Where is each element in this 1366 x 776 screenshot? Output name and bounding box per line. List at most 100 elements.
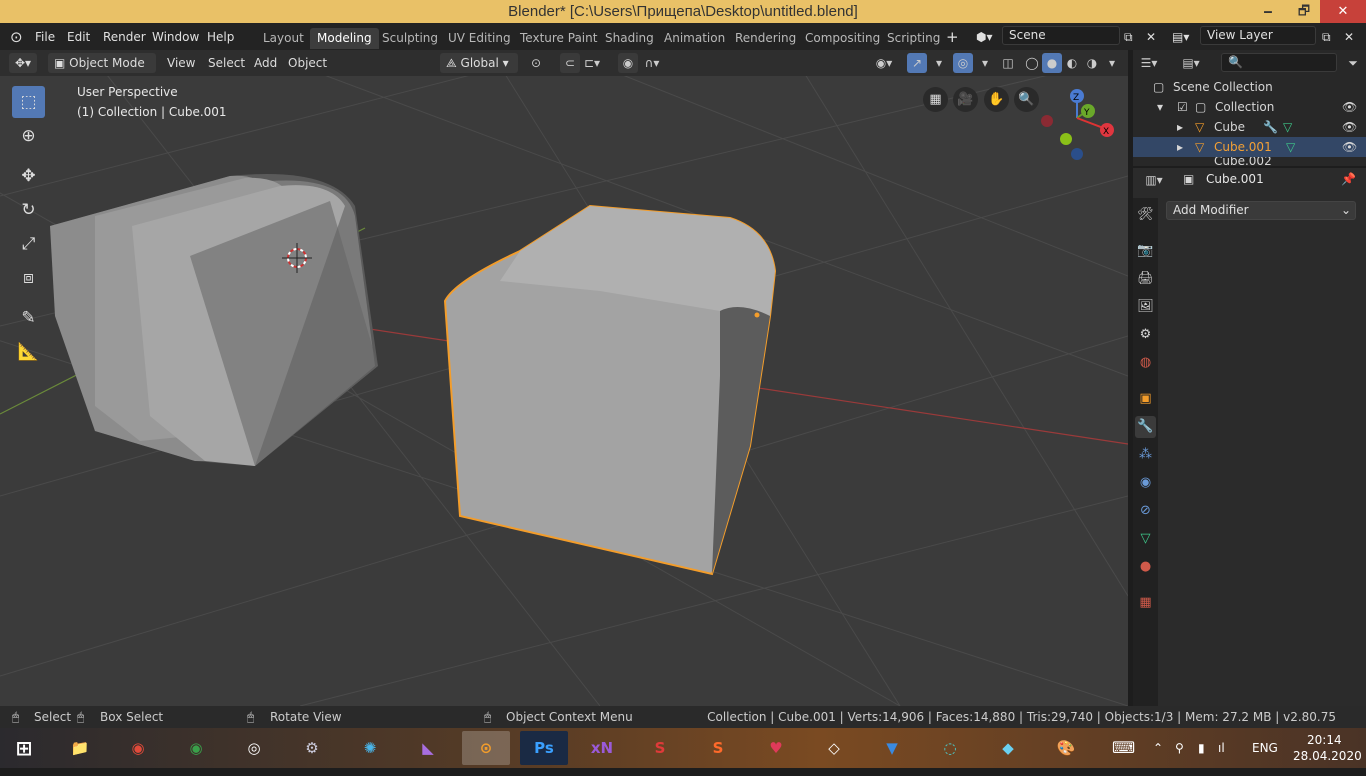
- menu-render[interactable]: Render: [103, 28, 146, 46]
- blender-taskbar-icon[interactable]: ⊙: [462, 731, 510, 765]
- outliner-row-collection[interactable]: ▾ ☑ ▢ Collection 👁: [1133, 97, 1366, 117]
- zoom-view-icon[interactable]: 🔍: [1014, 87, 1039, 112]
- rotate-tool-icon[interactable]: ↻: [12, 194, 45, 226]
- tab-data-icon[interactable]: ▽: [1135, 528, 1156, 550]
- tab-modeling[interactable]: Modeling: [310, 28, 379, 49]
- annotate-tool-icon[interactable]: ✎: [12, 302, 45, 334]
- cube-object[interactable]: [50, 174, 378, 466]
- start-button-icon[interactable]: ⊞: [0, 731, 48, 765]
- pocket-icon[interactable]: ▼: [868, 731, 916, 765]
- outliner-search-input[interactable]: 🔍: [1221, 53, 1337, 72]
- tab-layout[interactable]: Layout: [256, 28, 311, 49]
- sublime-icon[interactable]: S: [694, 731, 742, 765]
- snap-icon[interactable]: ⊂: [560, 53, 580, 73]
- add-workspace-icon[interactable]: +: [946, 28, 959, 46]
- editor-type-icon[interactable]: ✥▾: [9, 53, 38, 73]
- paint-icon[interactable]: 🎨: [1042, 731, 1090, 765]
- filter-icon[interactable]: ⏷: [1343, 53, 1363, 73]
- camera-view-icon[interactable]: 🎥: [953, 87, 978, 112]
- tab-constraints-icon[interactable]: ⊘: [1135, 500, 1156, 522]
- tab-uv-editing[interactable]: UV Editing: [441, 28, 518, 49]
- xray-icon[interactable]: ◫: [998, 53, 1018, 73]
- tab-animation[interactable]: Animation: [657, 28, 732, 49]
- select-box-icon[interactable]: ⬚: [12, 86, 45, 118]
- transform-tool-icon[interactable]: ⧈: [12, 262, 45, 294]
- gizmo-options-icon[interactable]: ▾: [929, 53, 949, 73]
- proportional-edit-icon[interactable]: ◉: [618, 53, 638, 73]
- rendered-shading-icon[interactable]: ◑: [1082, 53, 1102, 73]
- tab-rendering[interactable]: Rendering: [728, 28, 803, 49]
- substance-icon[interactable]: S: [636, 731, 684, 765]
- view-layer-icon[interactable]: ▤▾: [1172, 28, 1189, 46]
- tab-scene-icon[interactable]: ⚙: [1135, 324, 1156, 346]
- eye-icon[interactable]: 👁: [1342, 117, 1357, 137]
- new-scene-icon[interactable]: ⧉: [1124, 28, 1133, 46]
- app-swirl-icon[interactable]: ◌: [926, 731, 974, 765]
- delete-view-layer-icon[interactable]: ✕: [1344, 28, 1354, 46]
- chrome-icon[interactable]: ◉: [114, 731, 162, 765]
- snap-target-icon[interactable]: ⊏▾: [582, 53, 602, 73]
- maximize-button[interactable]: 🗗: [1286, 0, 1322, 23]
- scale-tool-icon[interactable]: ⤢: [12, 228, 45, 260]
- tab-texture-paint[interactable]: Texture Paint: [513, 28, 604, 49]
- shading-options-icon[interactable]: ▾: [1102, 53, 1122, 73]
- wireframe-shading-icon[interactable]: ◯: [1022, 53, 1042, 73]
- outliner-row-cube-001[interactable]: ▸ ▽ Cube.001 ▽ 👁: [1133, 137, 1366, 157]
- obs-icon[interactable]: ◎: [230, 731, 278, 765]
- menu-file[interactable]: File: [35, 28, 55, 46]
- tab-material-icon[interactable]: ●: [1135, 556, 1156, 578]
- battery-icon[interactable]: ▮: [1198, 728, 1205, 768]
- expand-icon[interactable]: ▸: [1177, 137, 1183, 157]
- tab-texture-icon[interactable]: ▦: [1135, 592, 1156, 614]
- app-cube-icon[interactable]: ◆: [984, 731, 1032, 765]
- pin-icon[interactable]: 📌: [1341, 172, 1356, 186]
- properties-editor-icon[interactable]: ▥▾: [1141, 170, 1167, 190]
- material-shading-icon[interactable]: ◐: [1062, 53, 1082, 73]
- clock-date[interactable]: 28.04.2020: [1293, 736, 1362, 776]
- 3d-viewport[interactable]: Z Y X ⬚ ⊕ ✥ ↻ ⤢ ⧈ ✎ 📐 User Perspective (…: [0, 76, 1128, 706]
- checkbox-icon[interactable]: ☑: [1177, 97, 1188, 117]
- unity-icon[interactable]: ◇: [810, 731, 858, 765]
- outliner-row-scene-collection[interactable]: ▢ Scene Collection: [1133, 77, 1366, 97]
- outliner-row-cube-002[interactable]: Cube.002: [1133, 157, 1366, 166]
- scene-icon[interactable]: ⬢▾: [976, 28, 993, 46]
- app-heart-icon[interactable]: ♥: [752, 731, 800, 765]
- pivot-icon[interactable]: ⊙: [526, 53, 546, 73]
- overlay-toggle-icon[interactable]: ◎: [953, 53, 973, 73]
- eye-icon[interactable]: 👁: [1342, 97, 1357, 117]
- tab-object-icon[interactable]: ▣: [1135, 388, 1156, 410]
- overlay-options-icon[interactable]: ▾: [975, 53, 995, 73]
- eye-icon[interactable]: 👁: [1342, 137, 1357, 157]
- visibility-icon[interactable]: ◉▾: [874, 53, 894, 73]
- tab-physics-icon[interactable]: ◉: [1135, 472, 1156, 494]
- outliner-editor-icon[interactable]: ☰▾: [1139, 53, 1159, 73]
- cursor-tool-icon[interactable]: ⊕: [12, 120, 45, 152]
- menu-object[interactable]: Object: [282, 53, 333, 73]
- tab-compositing[interactable]: Compositing: [798, 28, 887, 49]
- signal-icon[interactable]: ıl: [1218, 728, 1225, 768]
- tab-render-icon[interactable]: 📷: [1135, 240, 1156, 262]
- tab-world-icon[interactable]: ◍: [1135, 352, 1156, 374]
- visual-studio-icon[interactable]: ◣: [404, 731, 452, 765]
- move-tool-icon[interactable]: ✥: [12, 160, 45, 192]
- minimize-button[interactable]: 🗕: [1250, 0, 1286, 23]
- scene-canvas[interactable]: Z Y X: [0, 76, 1128, 706]
- measure-tool-icon[interactable]: 📐: [12, 336, 45, 368]
- tab-shading[interactable]: Shading: [598, 28, 661, 49]
- delete-scene-icon[interactable]: ✕: [1146, 28, 1156, 46]
- orientation-select[interactable]: ⟁ Global ▾: [440, 53, 518, 73]
- tray-chevron-icon[interactable]: ⌃: [1153, 728, 1163, 768]
- scene-name-field[interactable]: Scene: [1002, 26, 1120, 45]
- navigation-gizmo[interactable]: Z Y X: [1041, 89, 1114, 160]
- tab-view-layer-icon[interactable]: 🖼: [1135, 296, 1156, 318]
- close-button[interactable]: ✕: [1320, 0, 1366, 23]
- view-layer-field[interactable]: View Layer: [1200, 26, 1316, 45]
- cube-001-object[interactable]: [443, 204, 777, 576]
- menu-add[interactable]: Add: [248, 53, 283, 73]
- blender-logo-icon[interactable]: ⊙: [10, 28, 23, 46]
- expand-icon[interactable]: ▾: [1157, 97, 1163, 117]
- menu-help[interactable]: Help: [207, 28, 234, 46]
- outliner-row-cube[interactable]: ▸ ▽ Cube 🔧 ▽ 👁: [1133, 117, 1366, 137]
- explorer-icon[interactable]: 📁: [56, 731, 104, 765]
- solid-shading-icon[interactable]: ●: [1042, 53, 1062, 73]
